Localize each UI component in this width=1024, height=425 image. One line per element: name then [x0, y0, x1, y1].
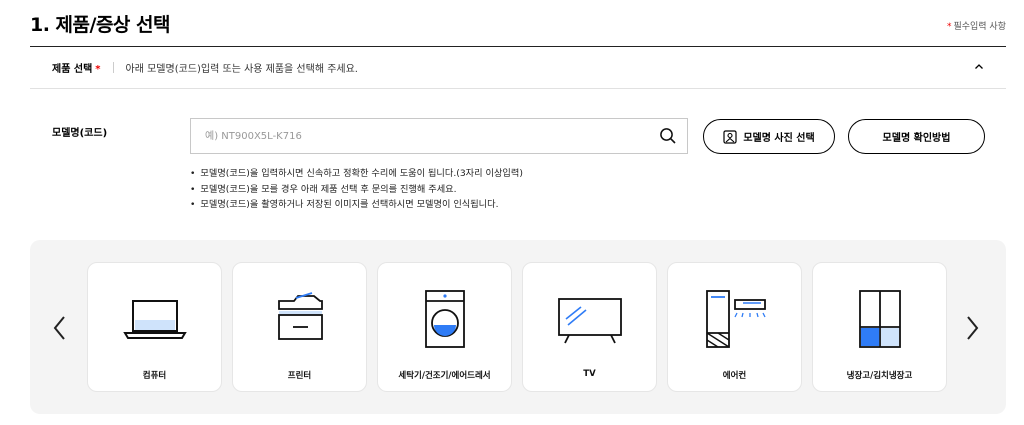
printer-icon: [278, 292, 323, 340]
model-photo-button-label: 모델명 사진 선택: [743, 133, 815, 144]
product-selection-description: 아래 모델명(코드)입력 또는 사용 제품을 선택해 주세요.: [125, 64, 358, 75]
product-selection-label-text: 제품 선택: [52, 64, 93, 75]
required-note: * 필수입력 사항: [947, 19, 1006, 32]
category-card-refrigerator[interactable]: 냉장고/김치냉장고: [812, 262, 947, 392]
washer-icon: [425, 290, 465, 348]
model-hints-list: 모델명(코드)을 입력하시면 신속하고 정확한 수리에 도움이 됩니다.(3자리…: [190, 166, 523, 213]
hint-item: 모델명(코드)을 입력하시면 신속하고 정확한 수리에 도움이 됩니다.(3자리…: [190, 166, 522, 182]
category-label: 컴퓨터: [142, 371, 167, 381]
category-card-tv[interactable]: TV: [522, 262, 657, 392]
category-label: TV: [583, 369, 596, 379]
model-search-box: [190, 118, 688, 154]
category-card-computer[interactable]: 컴퓨터: [87, 262, 222, 392]
chevron-up-icon[interactable]: [972, 60, 986, 74]
product-selection-label: 제품 선택 *: [52, 60, 101, 75]
carousel-prev-button[interactable]: [50, 314, 70, 342]
chevron-left-icon: [53, 316, 65, 340]
page-title: 1. 제품/증상 선택: [30, 14, 171, 36]
hint-item: 모델명(코드)을 촬영하거나 저장된 이미지를 선택하시면 모델명이 인식됩니다…: [190, 197, 523, 213]
required-note-text: 필수입력 사항: [953, 22, 1006, 32]
required-star: *: [946, 22, 952, 32]
model-help-button-label: 모델명 확인방법: [882, 133, 951, 144]
refrigerator-icon: [859, 290, 901, 348]
model-code-input[interactable]: [191, 119, 651, 153]
product-selection-accordion[interactable]: 제품 선택 * 아래 모델명(코드)입력 또는 사용 제품을 선택해 주세요.: [30, 47, 1006, 89]
carousel-next-button[interactable]: [962, 314, 982, 342]
hint-item: 모델명(코드)을 모를 경우 아래 제품 선택 후 문의를 진행해 주세요.: [190, 182, 523, 198]
model-help-button[interactable]: 모델명 확인방법: [848, 119, 985, 154]
model-code-label: 모델명(코드): [52, 128, 108, 139]
tv-icon: [558, 298, 622, 344]
laptop-icon: [123, 300, 187, 339]
category-label: 세탁기/건조기/에어드레서: [398, 371, 491, 381]
category-label: 프린터: [287, 371, 312, 381]
air-conditioner-icon: [706, 290, 766, 348]
category-label: 냉장고/김치냉장고: [846, 371, 913, 381]
photo-icon: [723, 129, 737, 144]
category-card-washer[interactable]: 세탁기/건조기/에어드레서: [377, 262, 512, 392]
category-label: 에어컨: [722, 371, 747, 381]
chevron-right-icon: [967, 316, 979, 340]
search-icon[interactable]: [659, 127, 677, 145]
category-card-air-conditioner[interactable]: 에어컨: [667, 262, 802, 392]
category-carousel: 컴퓨터 프린터 세탁기/건조기/에어드레서 TV 에어컨 냉장고/김치냉장고: [30, 240, 1006, 414]
category-card-printer[interactable]: 프린터: [232, 262, 367, 392]
model-photo-button[interactable]: 모델명 사진 선택: [703, 119, 835, 154]
required-star: *: [95, 64, 101, 75]
label-divider: [112, 62, 114, 73]
